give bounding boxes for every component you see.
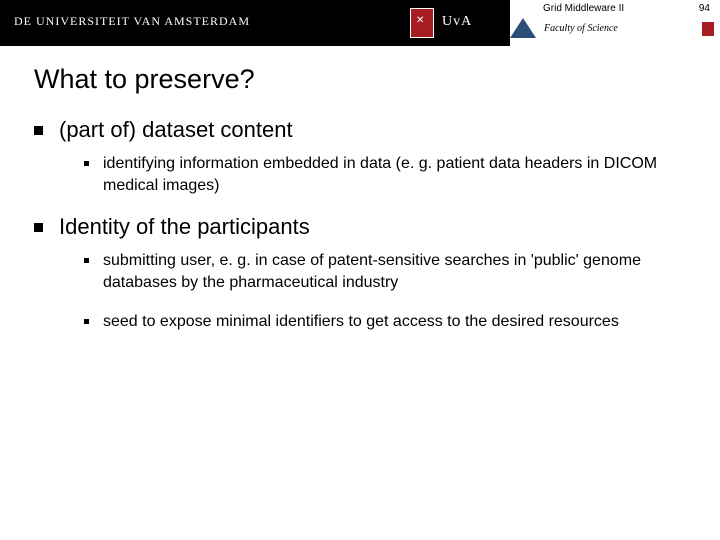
sub-bullet-item: identifying information embedded in data… — [84, 153, 686, 196]
square-bullet-icon — [34, 223, 43, 232]
crest-icon — [410, 8, 434, 38]
sub-bullet-text: seed to expose minimal identifiers to ge… — [103, 311, 619, 333]
topic-label: Grid Middleware II — [543, 3, 624, 14]
faculty-label: Faculty of Science — [544, 23, 618, 34]
sub-bullet-item: submitting user, e. g. in case of patent… — [84, 250, 686, 293]
slide-title: What to preserve? — [34, 64, 686, 95]
university-name: DE UNIVERSITEIT VAN AMSTERDAM — [14, 14, 250, 29]
small-square-bullet-icon — [84, 161, 89, 166]
sub-bullet-item: seed to expose minimal identifiers to ge… — [84, 311, 686, 333]
bullet-text: (part of) dataset content — [59, 117, 293, 143]
triangle-icon — [510, 18, 536, 38]
small-square-bullet-icon — [84, 258, 89, 263]
bullet-item: Identity of the participants — [34, 214, 686, 240]
slide-header: DE UNIVERSITEIT VAN AMSTERDAM UvA Grid M… — [0, 0, 720, 46]
bullet-text: Identity of the participants — [59, 214, 310, 240]
university-short: UvA — [442, 14, 472, 30]
small-square-bullet-icon — [84, 319, 89, 324]
small-crest-icon — [702, 22, 714, 36]
bullet-item: (part of) dataset content — [34, 117, 686, 143]
page-number: 94 — [699, 3, 710, 14]
sub-bullet-text: submitting user, e. g. in case of patent… — [103, 250, 666, 293]
sub-bullet-text: identifying information embedded in data… — [103, 153, 666, 196]
square-bullet-icon — [34, 126, 43, 135]
header-right-panel: Grid Middleware II 94 Faculty of Science — [510, 0, 720, 46]
slide-body: What to preserve? (part of) dataset cont… — [0, 46, 720, 333]
